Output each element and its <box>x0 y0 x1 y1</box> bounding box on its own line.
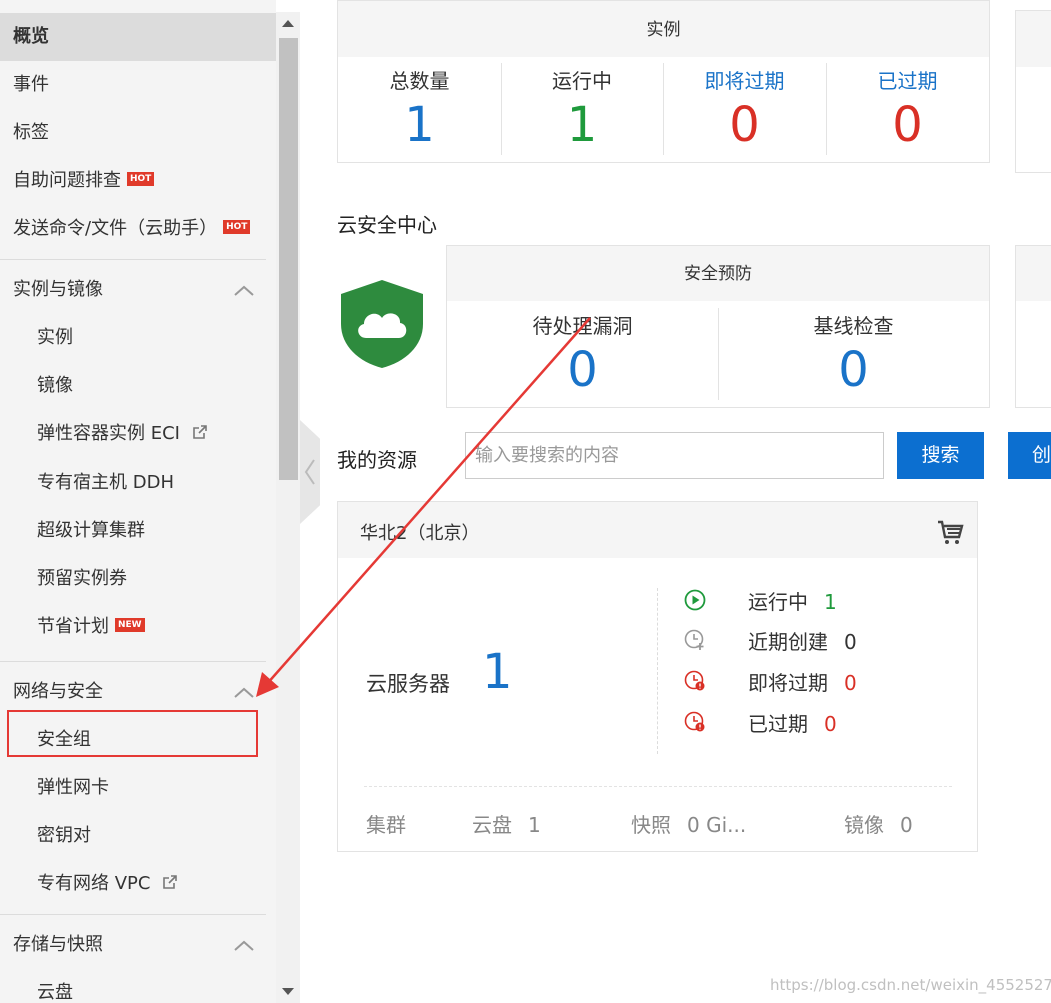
annotation-arrow <box>256 317 591 697</box>
watermark: https://blog.csdn.net/weixin_45525272 <box>770 976 1051 994</box>
